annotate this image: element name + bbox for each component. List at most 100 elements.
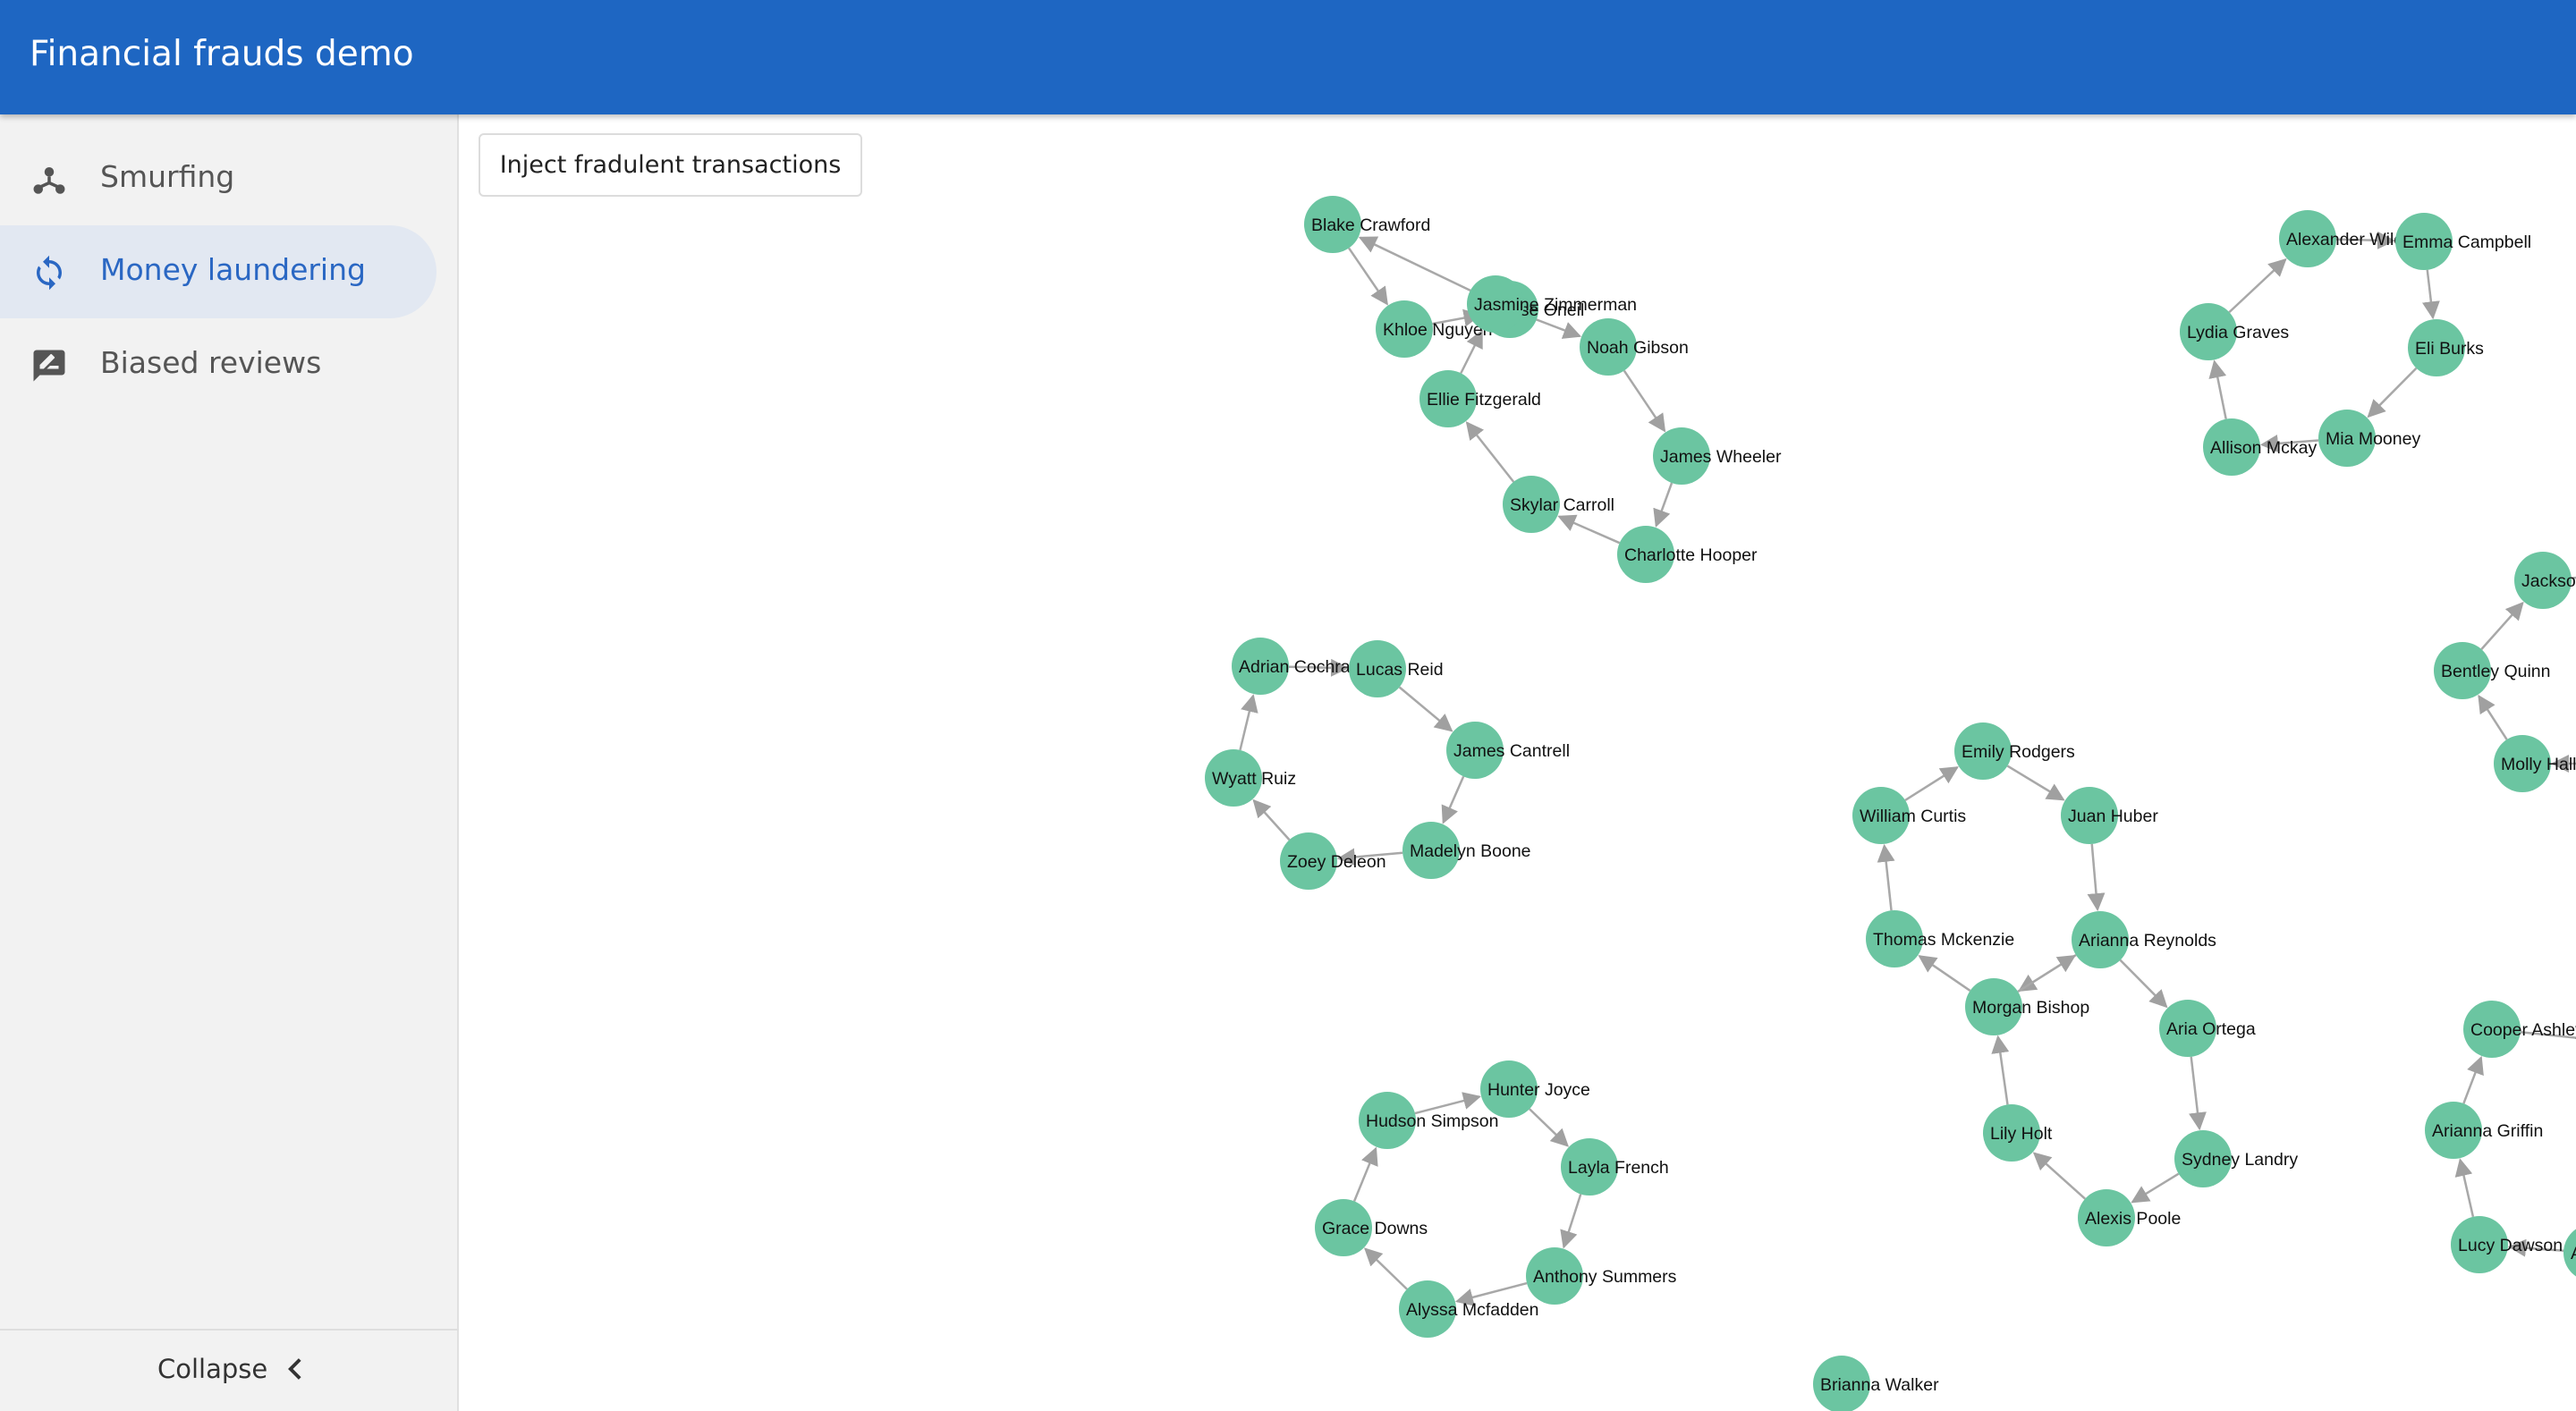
transaction-edge[interactable]	[1398, 686, 1453, 732]
account-node-blake-crawford[interactable]: Blake Crawford	[1304, 196, 1430, 253]
account-node-label: Morgan Bishop	[1972, 998, 2089, 1018]
transaction-edge[interactable]	[1239, 694, 1258, 751]
account-node-alyssa-mcfadden[interactable]: Alyssa Mcfadden	[1399, 1280, 1539, 1338]
account-node-label: Charlotte Hooper	[1624, 545, 1758, 565]
transaction-edge[interactable]	[2228, 258, 2287, 314]
transaction-edge-line	[1557, 514, 1621, 545]
transaction-edge[interactable]	[2131, 1172, 2180, 1204]
account-node-james-wheeler[interactable]: James Wheeler	[1653, 427, 1782, 485]
transaction-edge[interactable]	[2119, 959, 2168, 1009]
transaction-edge[interactable]	[1918, 955, 1971, 992]
account-node-ariana-reid[interactable]: Ariana Reid	[2563, 1224, 2576, 1281]
account-node-thomas-mckenzie[interactable]: Thomas Mckenzie	[1866, 910, 2014, 967]
transaction-edge[interactable]	[2006, 765, 2065, 801]
account-node-layla-french[interactable]: Layla French	[1561, 1138, 1669, 1196]
transaction-edge-line	[2208, 359, 2227, 419]
account-node-madelyn-boone[interactable]: Madelyn Boone	[1402, 822, 1531, 879]
account-node-jackson-daugh[interactable]: Jackson Daugh	[2514, 552, 2576, 609]
transaction-edge-line	[1465, 421, 1515, 483]
account-node-aria-ortega[interactable]: Aria Ortega	[2159, 1000, 2256, 1057]
account-node-lucas-reid[interactable]: Lucas Reid	[1349, 640, 1444, 697]
transaction-edge[interactable]	[1529, 1108, 1569, 1147]
account-node-lucy-dawson[interactable]: Lucy Dawson	[2451, 1216, 2563, 1273]
transaction-edge[interactable]	[2189, 1056, 2207, 1131]
transaction-edge[interactable]	[1252, 798, 1291, 841]
transaction-edge[interactable]	[2480, 601, 2524, 650]
account-node-eli-burks[interactable]: Eli Burks	[2408, 319, 2484, 376]
account-node-ellie-fitzgerald[interactable]: Ellie Fitzgerald	[1419, 370, 1541, 427]
collapse-button[interactable]: Collapse	[157, 1354, 305, 1384]
transaction-edge[interactable]	[1454, 1281, 1528, 1306]
account-node-mia-mooney[interactable]: Mia Mooney	[2318, 410, 2420, 467]
transaction-edge[interactable]	[2462, 1055, 2484, 1104]
account-node-label: Wyatt Ruiz	[1212, 769, 1296, 789]
inject-transactions-button[interactable]: Inject fradulent transactions	[479, 133, 862, 197]
transaction-edge[interactable]	[1358, 236, 1485, 299]
sidebar-item-smurfing[interactable]: Smurfing	[0, 132, 436, 225]
transaction-edge-line	[1252, 798, 1291, 841]
account-node-allison-mckay[interactable]: Allison Mckay	[2203, 418, 2317, 476]
transaction-edge-line	[2454, 1158, 2475, 1218]
account-node-charlotte-hooper[interactable]: Charlotte Hooper	[1617, 526, 1758, 583]
transaction-edge[interactable]	[1441, 775, 1465, 824]
account-node-anthony-summers[interactable]: Anthony Summers	[1526, 1247, 1677, 1305]
account-node-wyatt-ruiz[interactable]: Wyatt Ruiz	[1205, 749, 1296, 807]
account-node-arianna-griffin[interactable]: Arianna Griffin	[2425, 1102, 2543, 1159]
account-node-molly-hall[interactable]: Molly Hall	[2494, 735, 2576, 792]
account-node-emma-campbell[interactable]: Emma Campbell	[2395, 213, 2531, 270]
account-node-grace-downs[interactable]: Grace Downs	[1315, 1199, 1428, 1256]
account-node-brianna-walker[interactable]: Brianna Walker	[1813, 1356, 1939, 1411]
transaction-edge[interactable]	[1352, 1146, 1378, 1202]
account-node-label: Eli Burks	[2415, 339, 2484, 359]
transaction-edge[interactable]	[2421, 269, 2440, 320]
sidebar-item-money-laundering[interactable]: Money laundering	[0, 225, 436, 318]
transaction-edge[interactable]	[1363, 1247, 1408, 1290]
transaction-edge[interactable]	[1465, 421, 1515, 483]
transaction-edge[interactable]	[1623, 369, 1666, 433]
transaction-edge[interactable]	[1877, 843, 1895, 911]
transaction-edge[interactable]	[1653, 482, 1674, 528]
transaction-edge[interactable]	[2032, 1152, 2087, 1200]
account-node-skylar-carroll[interactable]: Skylar Carroll	[1503, 476, 1614, 533]
transaction-edge-line	[2017, 955, 2076, 993]
account-node-bentley-quinn[interactable]: Bentley Quinn	[2434, 642, 2551, 699]
account-node-arianna-reynolds[interactable]: Arianna Reynolds	[2072, 911, 2216, 968]
account-node-noah-gibson[interactable]: Noah Gibson	[1580, 318, 1689, 376]
sidebar-item-biased-reviews[interactable]: Biased reviews	[0, 318, 436, 411]
transaction-edge[interactable]	[2017, 955, 2076, 993]
transaction-edge[interactable]	[1904, 766, 1959, 801]
account-node-label: Lydia Graves	[2187, 323, 2289, 342]
account-node-james-cantrell[interactable]: James Cantrell	[1446, 722, 1570, 779]
account-node-william-curtis[interactable]: William Curtis	[1852, 787, 1966, 844]
account-node-alexis-poole[interactable]: Alexis Poole	[2078, 1189, 2181, 1246]
transaction-edge[interactable]	[2478, 694, 2508, 740]
transaction-edge-line	[2478, 694, 2508, 740]
account-node-juan-huber[interactable]: Juan Huber	[2061, 787, 2158, 844]
transaction-edge[interactable]	[2454, 1158, 2475, 1218]
account-node-lydia-graves[interactable]: Lydia Graves	[2180, 303, 2289, 360]
account-node-zoey-deleon[interactable]: Zoey Deleon	[1280, 832, 1386, 890]
account-node-label: Hunter Joyce	[1487, 1080, 1590, 1100]
account-node-alexander-wiley[interactable]: Alexander Wiley	[2279, 210, 2412, 267]
fraud-graph[interactable]: Blake CrawfordKhloe NguyenChase OneilJas…	[461, 114, 2576, 1411]
account-node-label: Arianna Reynolds	[2079, 931, 2216, 951]
transaction-edge[interactable]	[1560, 1194, 1582, 1249]
sidebar-item-label: Money laundering	[100, 252, 366, 287]
transaction-edge-line	[2119, 959, 2168, 1009]
account-node-adrian-cochra[interactable]: Adrian Cochra	[1232, 638, 1351, 695]
transaction-edge-line	[2421, 269, 2440, 320]
transaction-edge-line	[1623, 369, 1666, 433]
transaction-edge[interactable]	[2087, 843, 2106, 912]
transaction-edge[interactable]	[2367, 367, 2418, 418]
transaction-edge[interactable]	[1348, 247, 1388, 306]
account-node-cooper-ashley[interactable]: Cooper Ashley	[2463, 1001, 2576, 1058]
account-node-label: Aria Ortega	[2166, 1019, 2256, 1039]
transaction-edge-line	[2228, 258, 2287, 314]
transaction-edge[interactable]	[1557, 514, 1621, 545]
transaction-edge[interactable]	[2208, 359, 2227, 419]
account-node-hudson-simpson[interactable]: Hudson Simpson	[1359, 1092, 1499, 1149]
transaction-edge[interactable]	[1991, 1035, 2010, 1105]
account-node-sydney-landry[interactable]: Sydney Landry	[2174, 1130, 2298, 1187]
account-node-lily-holt[interactable]: Lily Holt	[1983, 1104, 2053, 1162]
account-node-hunter-joyce[interactable]: Hunter Joyce	[1480, 1060, 1590, 1118]
